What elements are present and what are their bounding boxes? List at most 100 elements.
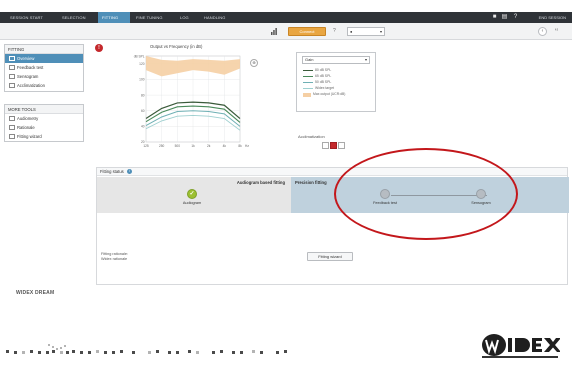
- chevron-down-icon: ▾: [379, 29, 382, 34]
- decorative-dot: [232, 351, 235, 354]
- tab-selection[interactable]: Selection: [58, 12, 90, 23]
- rationale-value: Widex rationale: [101, 257, 128, 261]
- y-tick-label: 100: [139, 78, 145, 82]
- decorative-dot: [66, 351, 69, 354]
- legend-item: 50 dB SPL: [303, 80, 331, 85]
- more-tools-title: More tools: [5, 105, 83, 114]
- legend-label: Max output (UCR:dB): [313, 92, 346, 96]
- back-button[interactable]: ‹: [538, 27, 547, 36]
- y-tick-label: 120: [139, 62, 145, 66]
- alert-icon[interactable]: !: [95, 44, 103, 52]
- back-all-button[interactable]: ‹‹: [552, 27, 561, 36]
- x-tick-label: 4k: [223, 144, 227, 148]
- highlight-ellipse: [334, 148, 518, 240]
- sidebar-item-audiometry[interactable]: Audiometry: [5, 114, 83, 123]
- tab-fine-tuning[interactable]: Fine tuning: [132, 12, 167, 23]
- decorative-dot: [52, 346, 54, 348]
- x-tick-label: 125: [143, 144, 149, 148]
- decorative-dot: [88, 351, 91, 354]
- decorative-dot: [120, 350, 123, 353]
- legend-item: 80 dB SPL: [303, 68, 331, 73]
- decorative-dot: [72, 350, 75, 353]
- level-step-3[interactable]: [338, 142, 345, 149]
- acclimatization-level-toggle[interactable]: [322, 142, 345, 149]
- device-icon: ●: [350, 29, 353, 34]
- decorative-dot: [14, 351, 17, 354]
- sensogram-icon: [9, 74, 15, 79]
- decorative-dot: [196, 351, 199, 354]
- more-tools-panel: More tools Audiometry Rationale Fitting …: [4, 104, 84, 142]
- fitting-wizard-button[interactable]: Fitting wizard: [307, 252, 353, 261]
- signal-icon: [270, 27, 278, 36]
- toolbar: Connect ? ● ▾ ‹ ‹‹: [0, 23, 572, 40]
- top-navigation-bar: Session start Selection Fitting Fine tun…: [0, 12, 572, 23]
- step-label-audiogram: Audiogram: [182, 201, 202, 205]
- level-step-2[interactable]: [330, 142, 337, 149]
- sidebar-item-sensogram[interactable]: Sensogram: [5, 72, 83, 81]
- sidebar-item-label: Overview: [17, 56, 35, 61]
- tab-handling[interactable]: Handling: [200, 12, 229, 23]
- curve-select-value: Gain: [305, 57, 314, 62]
- decorative-dot: [22, 351, 25, 354]
- decorative-dot: [112, 351, 115, 354]
- save-icon[interactable]: ■: [491, 14, 498, 21]
- audiometry-icon: [9, 116, 15, 121]
- sidebar-item-fitting-wizard[interactable]: Fitting wizard: [5, 132, 83, 141]
- overview-icon: [9, 56, 15, 61]
- check-icon[interactable]: ✓: [187, 189, 197, 199]
- y-tick-label: 60: [141, 109, 145, 113]
- x-tick-label: 2k: [207, 144, 211, 148]
- legend-swatch: [303, 81, 313, 84]
- legend-item: Max output (UCR:dB): [303, 92, 345, 97]
- decorative-dot: [60, 347, 62, 349]
- decorative-dot: [212, 351, 215, 354]
- acclimatization-icon: [9, 83, 15, 88]
- sidebar-item-rationale[interactable]: Rationale: [5, 123, 83, 132]
- connect-button[interactable]: Connect: [288, 27, 326, 36]
- help-icon[interactable]: ?: [512, 14, 519, 21]
- tab-fitting[interactable]: Fitting: [98, 12, 130, 23]
- sidebar-item-feedback-test[interactable]: Feedback test: [5, 63, 83, 72]
- decorative-dot: [30, 350, 33, 353]
- decorative-dot: [46, 351, 49, 354]
- sidebar-item-acclimatization[interactable]: Acclimatization: [5, 81, 83, 90]
- decorative-dot: [64, 345, 66, 347]
- sidebar-item-label: Acclimatization: [17, 83, 45, 88]
- x-tick-label: Hz: [245, 144, 249, 148]
- decorative-dot: [56, 348, 58, 350]
- tab-log[interactable]: Log: [176, 12, 193, 23]
- sidebar: Fitting Overview Feedback test Sensogram…: [4, 44, 84, 304]
- legend-swatch: [303, 75, 313, 78]
- decorative-dot: [80, 351, 83, 354]
- help-toggle[interactable]: ?: [333, 27, 336, 36]
- decorative-dot: [132, 351, 135, 354]
- brand-label: WIDEX DREAM: [16, 290, 55, 296]
- decorative-dot: [52, 350, 55, 353]
- decorative-dot: [240, 351, 243, 354]
- decorative-dot: [188, 350, 191, 353]
- x-tick-label: 8k: [238, 144, 242, 148]
- fitting-rationale: Fitting rationale: Widex rationale: [101, 252, 128, 262]
- chart-svg: dB SPL12010080604020125 250 500 1k 2k 4k 8k Hz: [134, 55, 250, 149]
- output-chart: Output vs Frequency (in dB) ⊕ dB SPL 120 1…: [130, 44, 260, 156]
- decorative-dot: [252, 350, 255, 353]
- fitting-status-title: Fitting status: [100, 168, 124, 174]
- decorative-dot: [176, 351, 179, 354]
- x-tick-label: 250: [159, 144, 165, 148]
- print-icon[interactable]: ▤: [501, 14, 508, 21]
- decorative-dot: [168, 351, 171, 354]
- end-session-button[interactable]: End session: [539, 12, 566, 23]
- tab-session-start[interactable]: Session start: [6, 12, 47, 23]
- level-step-1[interactable]: [322, 142, 329, 149]
- rationale-icon: [9, 125, 15, 130]
- sidebar-item-label: Fitting wizard: [17, 134, 42, 139]
- legend-label: Widex target: [315, 86, 335, 90]
- sidebar-item-overview[interactable]: Overview: [5, 54, 83, 63]
- info-icon[interactable]: i: [126, 169, 132, 174]
- decorative-dot: [260, 351, 263, 354]
- legend-item: Widex target: [303, 86, 334, 91]
- device-dropdown[interactable]: ● ▾: [347, 27, 385, 36]
- legend-panel: Gain ▾ 80 dB SPL 65 dB SPL 50 dB SPL Wid…: [296, 52, 376, 112]
- curve-select[interactable]: Gain ▾: [302, 56, 370, 64]
- logo-tagline-bar: [482, 356, 558, 358]
